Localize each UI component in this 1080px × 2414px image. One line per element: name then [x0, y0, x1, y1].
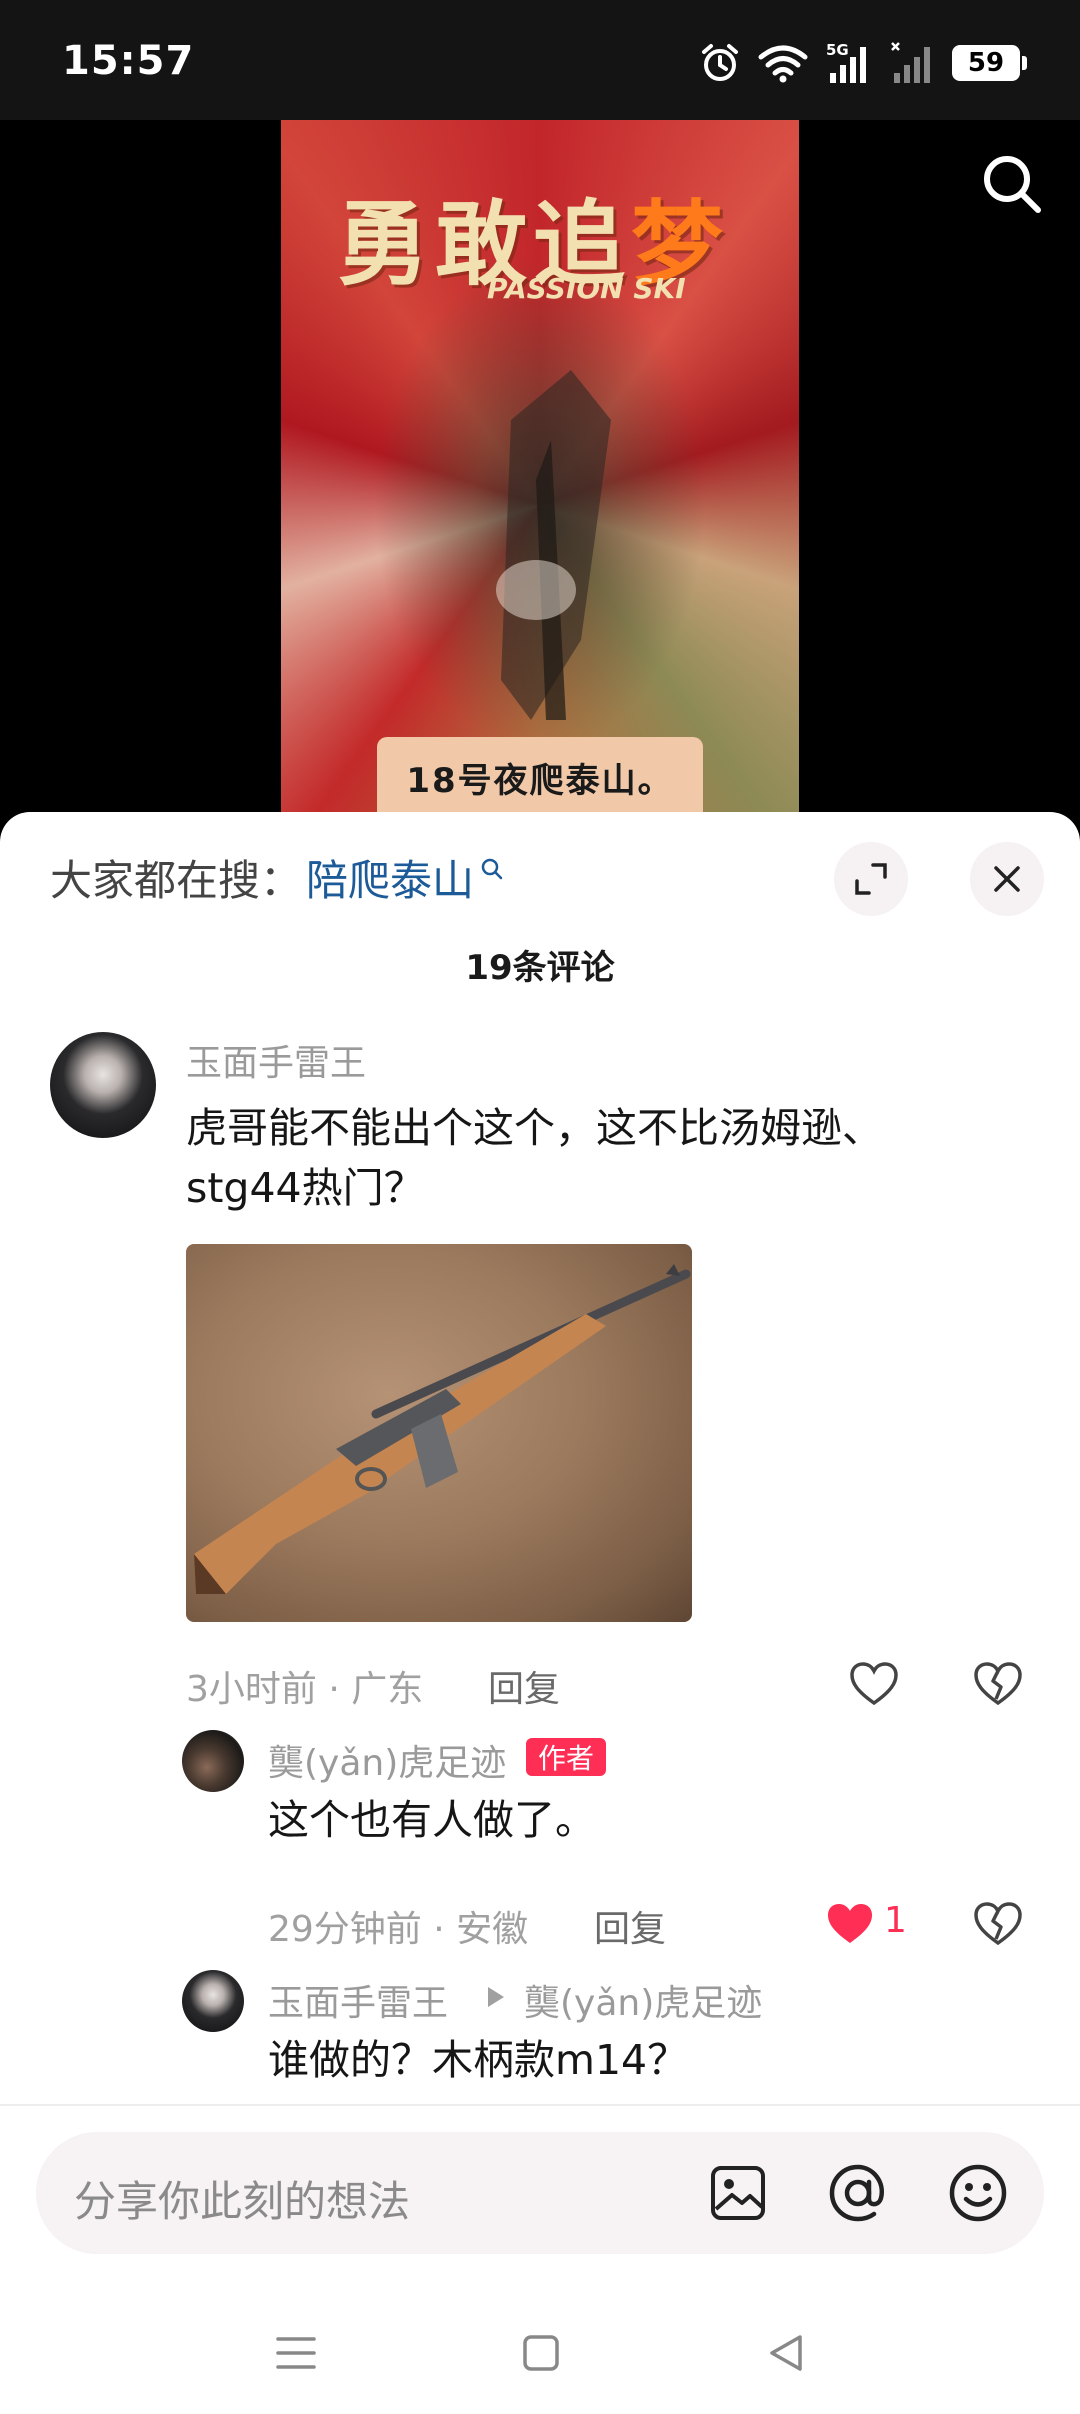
close-icon	[994, 866, 1020, 892]
dislike-button[interactable]	[966, 1892, 1030, 1956]
like-button[interactable]	[842, 1652, 906, 1716]
comment-meta: 3小时前 · 广东	[186, 1669, 424, 1710]
avatar[interactable]	[182, 1730, 244, 1792]
comment-username[interactable]: 龑(yǎn)虎足迹	[268, 1734, 506, 1786]
comment-username[interactable]: 玉面手雷王	[186, 1034, 366, 1086]
broken-heart-icon	[974, 1902, 1022, 1946]
nav-home-button[interactable]	[505, 2317, 577, 2389]
like-count: 1	[884, 1900, 907, 1941]
like-button[interactable]	[818, 1892, 882, 1956]
video-caption: 18号夜爬泰山。	[377, 737, 703, 817]
comment-meta: 29分钟前 · 安徽	[268, 1909, 529, 1950]
image-icon	[711, 2166, 765, 2220]
battery-icon: 59	[952, 45, 1027, 81]
signal-5g-icon: 5G	[826, 41, 866, 83]
avatar[interactable]	[50, 1032, 156, 1138]
nav-menu-button[interactable]	[260, 2317, 332, 2389]
dislike-button[interactable]	[966, 1652, 1030, 1716]
wifi-icon	[758, 45, 808, 83]
rifle-image	[194, 1264, 691, 1594]
image-button[interactable]	[702, 2157, 774, 2229]
at-icon	[829, 2164, 885, 2222]
comment-input-placeholder: 分享你此刻的想法	[74, 2177, 411, 2226]
menu-icon	[276, 2337, 316, 2369]
comment-text-line: 虎哥能不能出个这个，这不比汤姆逊、	[186, 1104, 883, 1152]
comment-text: 虎哥能不能出个这个，这不比汤姆逊、 stg44热门？	[186, 1098, 1046, 1218]
trending-prefix: 大家都在搜：	[50, 855, 303, 905]
search-button[interactable]	[972, 144, 1052, 224]
broken-heart-icon	[974, 1662, 1022, 1706]
comment-username[interactable]: 玉面手雷王	[268, 1974, 448, 2026]
rifle-silhouette	[496, 370, 611, 720]
status-bar: 15:57 5G 59	[0, 0, 1080, 120]
trending-query: 陪爬泰山	[306, 855, 475, 905]
comment-count: 19条评论	[465, 948, 615, 988]
comment-image[interactable]	[186, 1244, 692, 1622]
expand-icon	[855, 863, 887, 895]
emoji-button[interactable]	[942, 2157, 1014, 2229]
video-player[interactable]: 勇敢追梦 PASSION SKI 18号夜爬泰山。	[0, 120, 1080, 820]
trending-query-link[interactable]: 陪爬泰山	[306, 847, 504, 908]
home-square-icon	[523, 2335, 559, 2371]
heart-filled-icon	[828, 1904, 872, 1943]
comment-sheet: 大家都在搜： 陪爬泰山 19条评论 玉面手雷王 虎哥能不能出个这个，这不比汤姆逊…	[0, 812, 1080, 2414]
reply-button[interactable]: 回复	[488, 1660, 560, 1712]
reply-button[interactable]: 回复	[594, 1900, 666, 1952]
close-button[interactable]	[970, 842, 1044, 916]
search-icon	[984, 156, 1041, 213]
author-badge: 作者	[526, 1738, 607, 1776]
emoji-icon	[949, 2164, 1007, 2222]
network-label: 5G	[826, 41, 849, 59]
mention-button[interactable]	[822, 2157, 894, 2229]
status-time: 15:57	[62, 38, 195, 84]
avatar[interactable]	[182, 1970, 244, 2032]
divider	[0, 2104, 1080, 2106]
expand-button[interactable]	[834, 842, 908, 916]
comment-text: 这个也有人做了。	[268, 1796, 596, 1844]
trending-search: 大家都在搜： 陪爬泰山	[50, 842, 504, 912]
heart-icon	[850, 1662, 898, 1706]
comment-text: 谁做的？木柄款m14？	[268, 2036, 689, 2084]
nav-back-button[interactable]	[750, 2317, 822, 2389]
back-triangle-icon	[770, 2335, 802, 2371]
comment-text-line: stg44热门？	[186, 1164, 425, 1212]
alarm-icon	[702, 44, 738, 81]
search-small-icon	[481, 858, 503, 880]
reply-to-username[interactable]: 龑(yǎn)虎足迹	[524, 1974, 762, 2026]
reply-arrow-icon	[488, 1987, 504, 2007]
signal-empty-icon	[891, 42, 930, 83]
status-icons: 5G 59	[700, 38, 1027, 88]
video-frame[interactable]: 勇敢追梦 PASSION SKI 18号夜爬泰山。	[281, 120, 799, 820]
system-nav-bar	[0, 2292, 1080, 2414]
comment-input[interactable]: 分享你此刻的想法	[36, 2132, 1044, 2254]
